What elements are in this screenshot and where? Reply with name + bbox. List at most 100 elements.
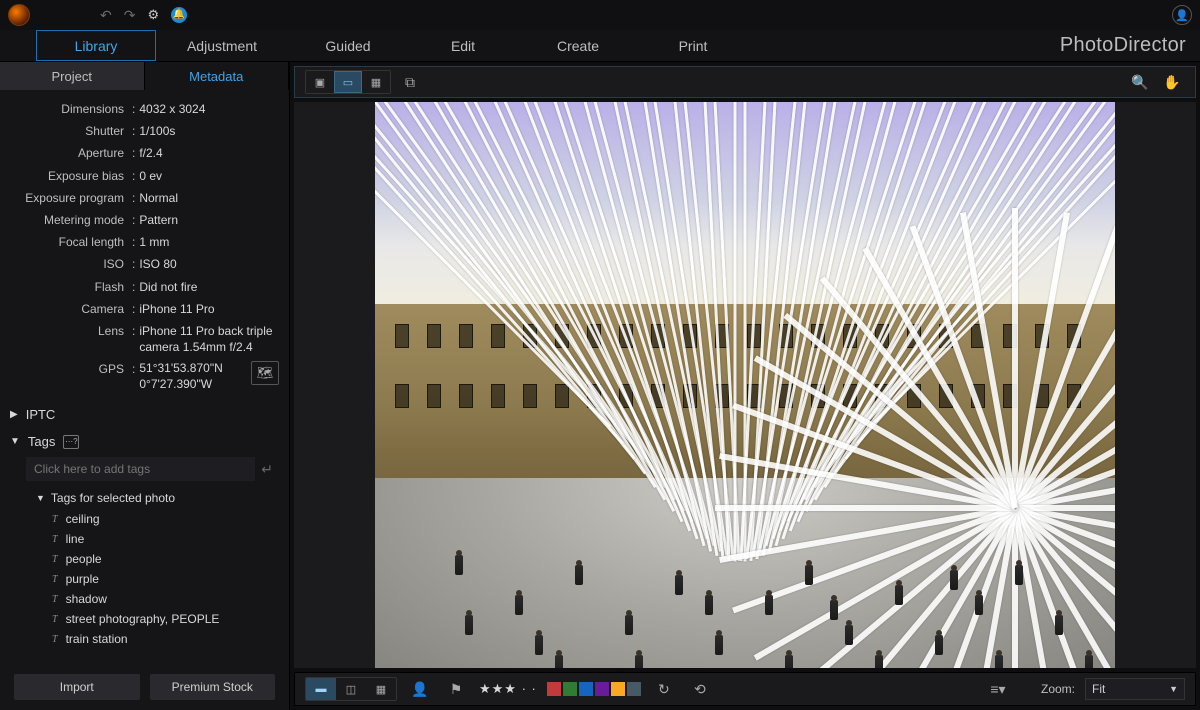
tag-text: line bbox=[66, 532, 85, 546]
meta-value: Did not fire bbox=[139, 279, 279, 295]
redo-icon[interactable]: ↷ bbox=[124, 7, 136, 24]
mirror-icon[interactable]: ⟲ bbox=[687, 678, 713, 700]
section-label: Tags bbox=[28, 434, 55, 449]
rotate-icon[interactable]: ↻ bbox=[651, 678, 677, 700]
meta-label: GPS bbox=[0, 361, 128, 392]
meta-label: Flash bbox=[0, 279, 128, 295]
tag-text: street photography, PEOPLE bbox=[66, 612, 220, 626]
tag-icon: T bbox=[52, 534, 58, 545]
tab-print[interactable]: Print bbox=[638, 30, 748, 61]
preview-image bbox=[375, 102, 1115, 668]
color-swatch[interactable] bbox=[547, 682, 561, 696]
meta-label: Focal length bbox=[0, 234, 128, 250]
meta-value: Pattern bbox=[139, 212, 279, 228]
meta-value: ISO 80 bbox=[139, 256, 279, 272]
bell-icon[interactable]: 🔔 bbox=[171, 7, 187, 23]
filmstrip-single-icon[interactable]: ▬ bbox=[306, 678, 336, 700]
rating-stars[interactable]: ★★★ · · bbox=[479, 681, 537, 697]
meta-label: Shutter bbox=[0, 123, 128, 139]
tag-icon: T bbox=[52, 614, 58, 625]
section-label: IPTC bbox=[26, 407, 56, 422]
chevron-down-icon: ▼ bbox=[36, 493, 45, 503]
tag-input[interactable] bbox=[26, 457, 255, 481]
color-labels[interactable] bbox=[547, 682, 641, 696]
import-button[interactable]: Import bbox=[14, 674, 140, 700]
tag-icon: T bbox=[52, 514, 58, 525]
chevron-right-icon: ▶ bbox=[10, 409, 18, 420]
zoom-select[interactable]: Fit ▼ bbox=[1085, 678, 1185, 700]
view-photo-icon[interactable]: ▣ bbox=[306, 71, 334, 93]
tab-library[interactable]: Library bbox=[36, 30, 156, 61]
tag-icon: T bbox=[52, 574, 58, 585]
meta-value: 1 mm bbox=[139, 234, 279, 250]
premium-stock-button[interactable]: Premium Stock bbox=[150, 674, 276, 700]
status-toolbar: ▬ ◫ ▦ 👤 ⚑ ★★★ · · ↻ ⟲ ≡▾ Zoom: Fit ▼ bbox=[294, 672, 1196, 706]
view-toolbar: ▣ ▭ ▦ ⧉ 🔍 ✋ bbox=[294, 66, 1196, 98]
undo-icon[interactable]: ↶ bbox=[100, 7, 112, 24]
app-logo bbox=[8, 4, 30, 26]
tags-selected-header[interactable]: ▼ Tags for selected photo bbox=[0, 487, 289, 509]
color-swatch[interactable] bbox=[611, 682, 625, 696]
tag-text: shadow bbox=[66, 592, 107, 606]
meta-label: Dimensions bbox=[0, 101, 128, 117]
view-grid-icon[interactable]: ▦ bbox=[362, 71, 390, 93]
color-swatch[interactable] bbox=[579, 682, 593, 696]
meta-value: 1/100s bbox=[139, 123, 279, 139]
meta-label: ISO bbox=[0, 256, 128, 272]
gps-lat: 51°31'53.870"N bbox=[139, 361, 245, 377]
zoom-value: Fit bbox=[1092, 682, 1105, 696]
tag-item[interactable]: Tceiling bbox=[52, 509, 279, 529]
section-tags[interactable]: ▼ Tags ⋯? bbox=[0, 428, 289, 455]
enter-icon[interactable]: ↵ bbox=[255, 461, 279, 478]
chevron-down-icon: ▼ bbox=[1169, 684, 1178, 694]
meta-label: Metering mode bbox=[0, 212, 128, 228]
preview-canvas[interactable] bbox=[294, 102, 1196, 668]
meta-value-gps: 51°31'53.870"N 0°7'27.390"W bbox=[139, 361, 245, 392]
meta-value: 0 ev bbox=[139, 168, 279, 184]
tab-guided[interactable]: Guided bbox=[288, 30, 408, 61]
gear-icon[interactable]: ⚙ bbox=[147, 7, 159, 24]
face-tag-icon[interactable]: 👤 bbox=[407, 678, 433, 700]
zoom-icon[interactable]: 🔍 bbox=[1127, 71, 1153, 93]
meta-label: Aperture bbox=[0, 145, 128, 161]
tab-adjustment[interactable]: Adjustment bbox=[156, 30, 288, 61]
tag-item[interactable]: Tpurple bbox=[52, 569, 279, 589]
tag-icon: T bbox=[52, 634, 58, 645]
tab-create[interactable]: Create bbox=[518, 30, 638, 61]
tag-wizard-icon[interactable]: ⋯? bbox=[63, 435, 79, 449]
tag-icon: T bbox=[52, 594, 58, 605]
account-icon[interactable]: 👤 bbox=[1172, 5, 1192, 25]
tag-text: purple bbox=[66, 572, 99, 586]
filmstrip-grid-icon[interactable]: ▦ bbox=[366, 678, 396, 700]
pan-icon[interactable]: ✋ bbox=[1159, 71, 1185, 93]
meta-value: iPhone 11 Pro back triple camera 1.54mm … bbox=[139, 323, 279, 355]
tag-item[interactable]: Ttrain station bbox=[52, 629, 279, 649]
flag-icon[interactable]: ⚑ bbox=[443, 678, 469, 700]
meta-label: Lens bbox=[0, 323, 128, 355]
tag-item[interactable]: Tstreet photography, PEOPLE bbox=[52, 609, 279, 629]
secondary-monitor-icon[interactable]: ⧉ bbox=[397, 71, 423, 93]
tag-icon: T bbox=[52, 554, 58, 565]
gps-lon: 0°7'27.390"W bbox=[139, 377, 245, 393]
tag-text: ceiling bbox=[66, 512, 100, 526]
color-swatch[interactable] bbox=[595, 682, 609, 696]
color-swatch[interactable] bbox=[627, 682, 641, 696]
side-tab-metadata[interactable]: Metadata bbox=[145, 62, 290, 90]
side-tab-project[interactable]: Project bbox=[0, 62, 145, 90]
filmstrip-compare-icon[interactable]: ◫ bbox=[336, 678, 366, 700]
map-icon[interactable]: 🗺 bbox=[251, 361, 279, 385]
tag-item[interactable]: Tline bbox=[52, 529, 279, 549]
view-single-icon[interactable]: ▭ bbox=[334, 71, 362, 93]
brand-label: PhotoDirector bbox=[1060, 34, 1186, 57]
section-iptc[interactable]: ▶ IPTC bbox=[0, 401, 289, 428]
metadata-panel: Dimensions:4032 x 3024 Shutter:1/100s Ap… bbox=[0, 90, 289, 401]
tag-item[interactable]: Tpeople bbox=[52, 549, 279, 569]
section-label: Tags for selected photo bbox=[51, 491, 175, 505]
meta-value: iPhone 11 Pro bbox=[139, 301, 279, 317]
sort-icon[interactable]: ≡▾ bbox=[985, 678, 1011, 700]
tab-edit[interactable]: Edit bbox=[408, 30, 518, 61]
zoom-label: Zoom: bbox=[1041, 682, 1075, 696]
color-swatch[interactable] bbox=[563, 682, 577, 696]
tag-item[interactable]: Tshadow bbox=[52, 589, 279, 609]
meta-label: Camera bbox=[0, 301, 128, 317]
